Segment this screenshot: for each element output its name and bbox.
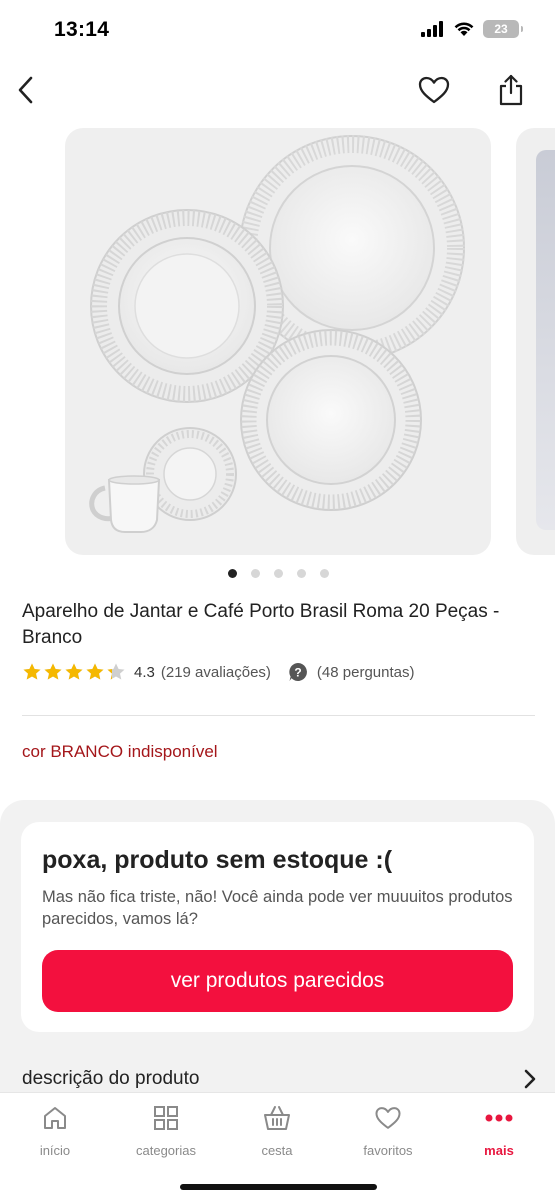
back-button[interactable] — [8, 70, 44, 110]
dinnerware-set-illustration — [89, 135, 465, 533]
svg-text:?: ? — [294, 666, 301, 680]
question-icon: ? — [287, 661, 309, 683]
star-icon — [107, 663, 125, 680]
battery-icon: 23 — [483, 20, 523, 38]
out-of-stock-title: poxa, produto sem estoque :( — [42, 846, 393, 874]
nav-label: início — [39, 1143, 71, 1158]
product-image[interactable] — [65, 128, 491, 555]
next-product-image[interactable] — [516, 128, 555, 555]
pagination-dot[interactable] — [297, 569, 306, 578]
status-bar: 13:14 23 — [0, 0, 555, 62]
out-of-stock-text: Mas não fica triste, não! Você ainda pod… — [42, 888, 513, 928]
rating-row[interactable]: 4.3 (219 avaliações) ? (48 perguntas) — [22, 660, 414, 684]
nav-item-home[interactable]: início — [10, 1103, 100, 1163]
divider — [22, 715, 535, 716]
pagination-dot[interactable] — [274, 569, 283, 578]
rating-count[interactable]: (219 avaliações) — [161, 664, 271, 681]
heart-icon — [418, 76, 450, 104]
nav-label: mais — [484, 1143, 514, 1158]
nav-label: cesta — [261, 1143, 293, 1158]
wifi-icon — [454, 22, 474, 36]
product-description-row[interactable]: descrição do produto — [22, 1066, 538, 1092]
product-title: Aparelho de Jantar e Café Porto Brasil R… — [22, 601, 500, 648]
status-icons: 23 — [421, 20, 523, 38]
star-icon — [65, 663, 83, 680]
nav-label: categorias — [136, 1143, 196, 1158]
pagination-dot[interactable] — [320, 569, 329, 578]
chevron-left-icon — [18, 76, 33, 104]
questions-link[interactable]: (48 perguntas) — [317, 664, 415, 681]
chevron-right-icon — [524, 1069, 536, 1089]
star-rating — [22, 662, 126, 682]
nav-item-categories[interactable]: categorias — [121, 1103, 211, 1163]
star-icon — [23, 663, 41, 680]
pagination-dot[interactable] — [228, 569, 237, 578]
color-unavailable-notice: cor BRANCO indisponível — [22, 742, 218, 761]
nav-item-more[interactable]: mais — [454, 1103, 544, 1163]
status-time: 13:14 — [54, 18, 110, 41]
star-icon — [86, 663, 104, 680]
share-button[interactable] — [492, 68, 530, 112]
share-icon — [499, 74, 523, 106]
home-indicator — [180, 1184, 377, 1190]
more-dots-icon — [485, 1114, 513, 1122]
out-of-stock-card: poxa, produto sem estoque :( Mas não fic… — [21, 822, 534, 1032]
nav-item-favorites[interactable]: favoritos — [343, 1103, 433, 1163]
grid-icon — [154, 1106, 178, 1130]
nav-item-basket[interactable]: cesta — [232, 1103, 322, 1163]
see-similar-products-button[interactable]: ver produtos parecidos — [42, 950, 513, 1012]
product-image-gallery[interactable] — [0, 128, 555, 558]
heart-icon — [375, 1107, 401, 1129]
basket-icon — [264, 1106, 290, 1130]
image-pagination — [0, 569, 555, 578]
star-icon — [44, 663, 62, 680]
home-icon — [44, 1107, 66, 1129]
top-nav — [0, 62, 555, 118]
pagination-dot[interactable] — [251, 569, 260, 578]
favorite-button[interactable] — [414, 70, 454, 110]
signal-icon — [421, 21, 443, 37]
product-description-label: descrição do produto — [22, 1068, 200, 1089]
nav-label: favoritos — [363, 1143, 413, 1158]
rating-value: 4.3 — [134, 663, 155, 681]
